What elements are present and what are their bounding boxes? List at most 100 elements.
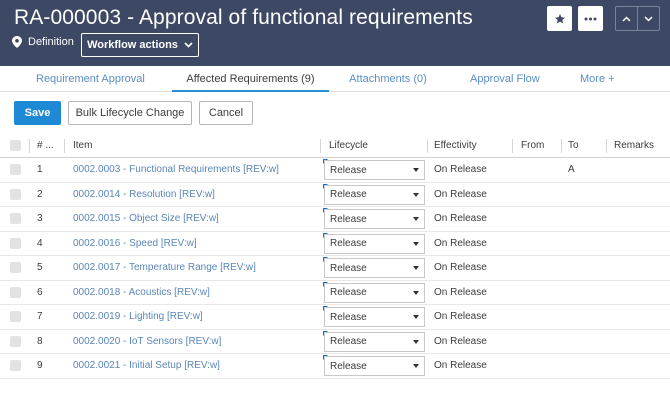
row-number: 2 bbox=[37, 188, 43, 200]
lifecycle-select[interactable]: Release bbox=[324, 233, 425, 254]
affected-items-table: # ... Item Lifecycle Effectivity From To… bbox=[0, 134, 670, 379]
chevron-down-icon bbox=[644, 15, 653, 22]
table-row: 1 0002.0003 - Functional Requirements [R… bbox=[0, 158, 670, 183]
dropdown-arrow-icon bbox=[413, 192, 419, 197]
effectivity-cell: On Release bbox=[434, 237, 487, 249]
lifecycle-value: Release bbox=[330, 238, 367, 249]
star-icon bbox=[554, 13, 565, 23]
effectivity-cell: On Release bbox=[434, 188, 487, 200]
dropdown-arrow-icon bbox=[413, 168, 419, 172]
effectivity-cell: On Release bbox=[434, 360, 487, 372]
row-number: 1 bbox=[37, 164, 43, 176]
select-all-checkbox[interactable] bbox=[10, 140, 21, 151]
tab-bar: Requirement Approval Affected Requiremen… bbox=[0, 66, 670, 92]
column-header-from[interactable]: From bbox=[521, 134, 544, 157]
definition-link[interactable]: Definition bbox=[12, 36, 74, 48]
workflow-actions-button[interactable]: Workflow actions bbox=[81, 33, 199, 57]
workflow-actions-label: Workflow actions bbox=[87, 39, 178, 51]
cancel-button[interactable]: Cancel bbox=[199, 101, 253, 125]
lifecycle-value: Release bbox=[330, 164, 367, 176]
page-title: RA-000003 - Approval of functional requi… bbox=[14, 6, 473, 29]
record-navigation bbox=[615, 6, 660, 31]
item-link[interactable]: 0002.0021 - Initial Setup [REV:w] bbox=[73, 354, 220, 378]
lifecycle-select[interactable]: Release bbox=[324, 356, 425, 376]
table-row: 8 0002.0020 - IoT Sensors [REV:w] Releas… bbox=[0, 330, 670, 354]
column-divider bbox=[320, 139, 321, 153]
lifecycle-value: Release bbox=[330, 262, 367, 274]
lifecycle-select[interactable]: Release bbox=[324, 160, 425, 180]
chevron-up-icon bbox=[622, 15, 631, 22]
table-row: 4 0002.0016 - Speed [REV:w] Release On R… bbox=[0, 232, 670, 256]
column-divider bbox=[29, 139, 30, 153]
lifecycle-value: Release bbox=[330, 189, 367, 200]
column-header-effectivity[interactable]: Effectivity bbox=[434, 134, 477, 157]
tab-affected-requirements[interactable]: Affected Requirements (9) bbox=[172, 66, 329, 92]
definition-label: Definition bbox=[28, 36, 74, 48]
dropdown-arrow-icon bbox=[413, 241, 419, 246]
effectivity-cell: On Release bbox=[434, 164, 487, 176]
record-header: RA-000003 - Approval of functional requi… bbox=[0, 0, 670, 66]
row-checkbox[interactable] bbox=[10, 213, 21, 224]
row-checkbox[interactable] bbox=[10, 188, 21, 200]
lifecycle-select[interactable]: Release bbox=[324, 307, 425, 327]
row-checkbox[interactable] bbox=[10, 360, 21, 371]
row-checkbox[interactable] bbox=[10, 311, 21, 322]
bulk-lifecycle-change-button[interactable]: Bulk Lifecycle Change bbox=[68, 101, 192, 125]
table-header-row: # ... Item Lifecycle Effectivity From To… bbox=[0, 134, 670, 158]
location-pin-icon bbox=[12, 36, 22, 48]
item-link[interactable]: 0002.0018 - Acoustics [REV:w] bbox=[73, 281, 210, 305]
lifecycle-select[interactable]: Release bbox=[324, 331, 425, 352]
row-checkbox[interactable] bbox=[10, 335, 21, 347]
favorite-button[interactable] bbox=[547, 6, 572, 31]
more-options-button[interactable] bbox=[578, 6, 603, 31]
item-link[interactable]: 0002.0003 - Functional Requirements [REV… bbox=[73, 158, 279, 182]
effectivity-cell: On Release bbox=[434, 262, 487, 274]
dropdown-arrow-icon bbox=[413, 217, 419, 221]
tab-attachments[interactable]: Attachments (0) bbox=[349, 66, 427, 92]
lifecycle-select[interactable]: Release bbox=[324, 209, 425, 229]
column-header-to[interactable]: To bbox=[568, 134, 579, 157]
column-header-item[interactable]: Item bbox=[73, 134, 92, 157]
lifecycle-select[interactable]: Release bbox=[324, 282, 425, 303]
column-divider bbox=[606, 139, 607, 153]
row-number: 6 bbox=[37, 286, 43, 298]
row-number: 9 bbox=[37, 360, 43, 372]
previous-record-button[interactable] bbox=[616, 7, 637, 30]
item-link[interactable]: 0002.0016 - Speed [REV:w] bbox=[73, 232, 197, 256]
column-header-remarks[interactable]: Remarks bbox=[614, 134, 654, 157]
row-number: 8 bbox=[37, 335, 43, 347]
item-link[interactable]: 0002.0019 - Lighting [REV:w] bbox=[73, 305, 203, 329]
next-record-button[interactable] bbox=[637, 7, 659, 30]
tab-more[interactable]: More + bbox=[580, 66, 615, 92]
lifecycle-value: Release bbox=[330, 360, 367, 372]
item-link[interactable]: 0002.0014 - Resolution [REV:w] bbox=[73, 183, 215, 207]
dropdown-arrow-icon bbox=[413, 315, 419, 319]
lifecycle-select[interactable]: Release bbox=[324, 258, 425, 278]
tab-requirement-approval[interactable]: Requirement Approval bbox=[36, 66, 145, 92]
row-number: 3 bbox=[37, 213, 43, 225]
chevron-down-icon bbox=[184, 42, 193, 48]
tab-approval-flow[interactable]: Approval Flow bbox=[470, 66, 540, 92]
lifecycle-value: Release bbox=[330, 336, 367, 347]
column-divider bbox=[512, 139, 513, 153]
table-row: 6 0002.0018 - Acoustics [REV:w] Release … bbox=[0, 281, 670, 305]
column-header-number[interactable]: # ... bbox=[37, 134, 54, 157]
row-checkbox[interactable] bbox=[10, 262, 21, 273]
column-divider bbox=[427, 139, 428, 153]
row-checkbox[interactable] bbox=[10, 237, 21, 249]
table-row: 3 0002.0015 - Object Size [REV:w] Releas… bbox=[0, 207, 670, 232]
item-link[interactable]: 0002.0020 - IoT Sensors [REV:w] bbox=[73, 330, 221, 354]
column-header-lifecycle[interactable]: Lifecycle bbox=[329, 134, 368, 157]
lifecycle-select[interactable]: Release bbox=[324, 184, 425, 205]
dropdown-arrow-icon bbox=[413, 339, 419, 344]
lifecycle-value: Release bbox=[330, 311, 367, 323]
item-link[interactable]: 0002.0015 - Object Size [REV:w] bbox=[73, 207, 219, 231]
row-checkbox[interactable] bbox=[10, 164, 21, 175]
lifecycle-value: Release bbox=[330, 213, 367, 225]
item-link[interactable]: 0002.0017 - Temperature Range [REV:w] bbox=[73, 256, 256, 280]
row-number: 4 bbox=[37, 237, 43, 249]
save-button[interactable]: Save bbox=[14, 101, 61, 125]
row-number: 7 bbox=[37, 311, 43, 323]
row-checkbox[interactable] bbox=[10, 286, 21, 298]
dropdown-arrow-icon bbox=[413, 290, 419, 295]
